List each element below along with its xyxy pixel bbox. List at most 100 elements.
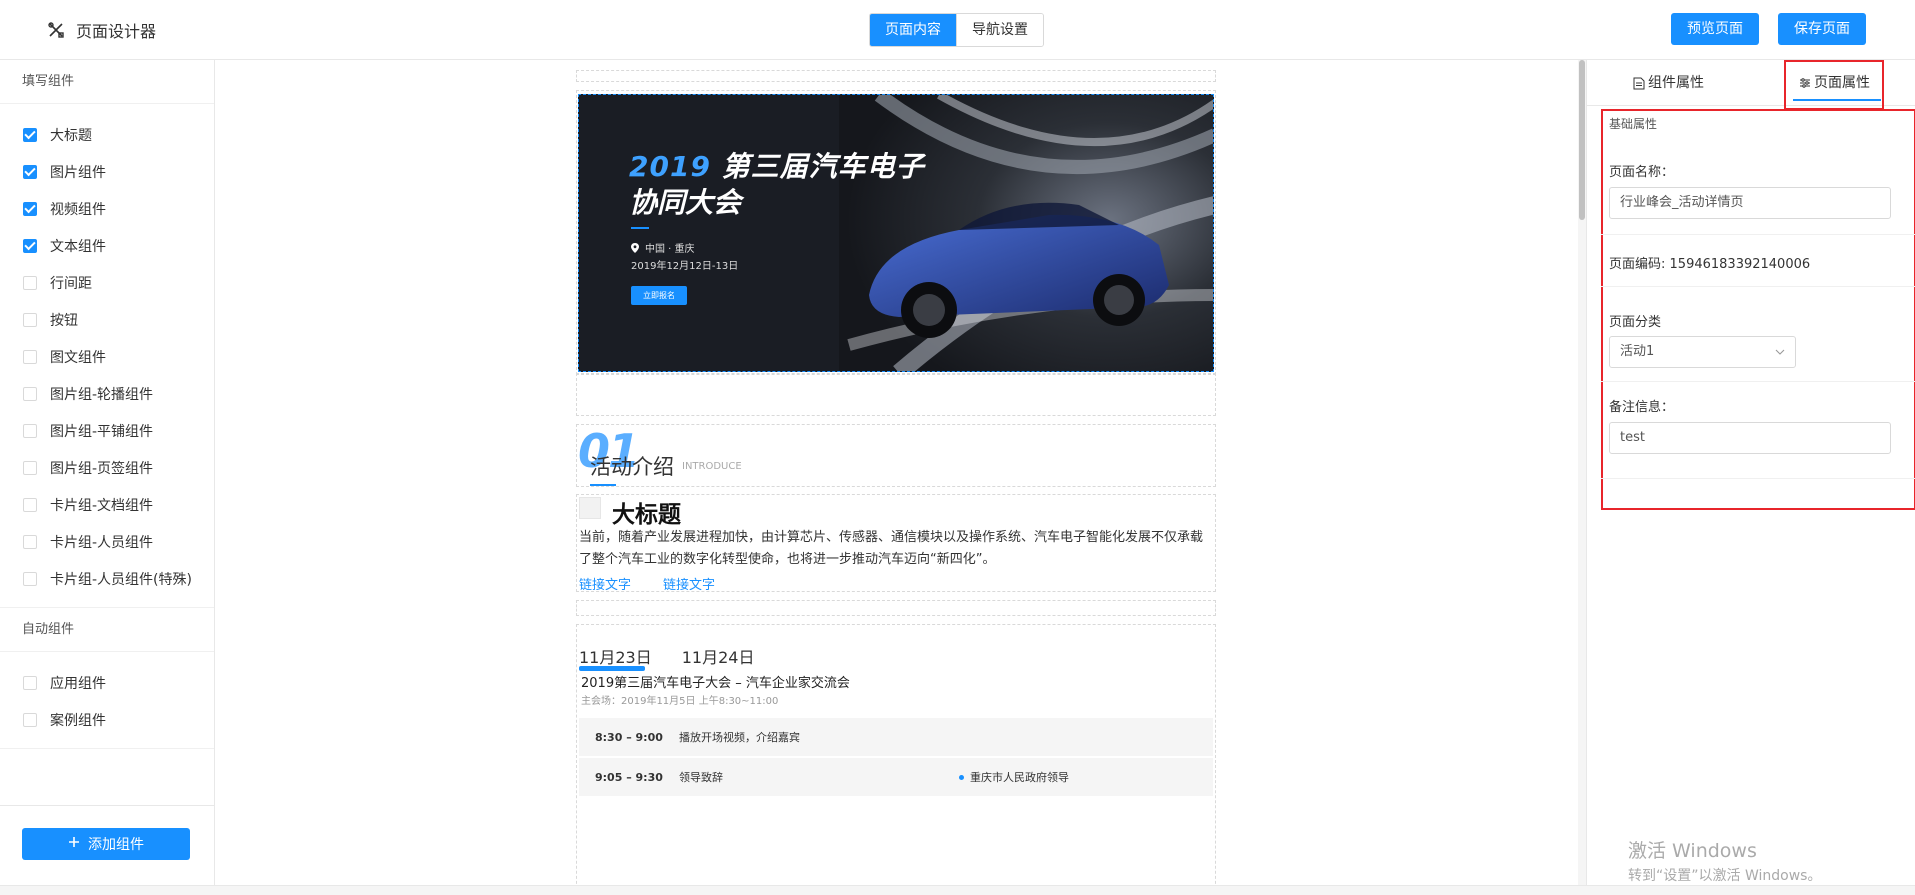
component-label: 图片组件	[50, 164, 106, 181]
checkbox[interactable]	[23, 164, 37, 179]
agenda-tab-day1[interactable]: 11月23日	[579, 644, 652, 668]
app-logo: 页面设计器	[46, 18, 156, 42]
auto-component-list: 应用组件 案例组件	[0, 652, 214, 749]
category-label: 页面分类	[1609, 315, 1662, 330]
big-title-heading: 大标题	[612, 502, 681, 528]
checkbox[interactable]	[23, 201, 37, 216]
bullet-dot	[959, 774, 964, 780]
component-label: 卡片组-文档组件	[50, 497, 154, 514]
category-select[interactable]: 活动1	[1609, 336, 1796, 368]
remark-label: 备注信息：	[1609, 400, 1675, 415]
fill-item[interactable]: 图片组-轮播组件	[0, 375, 214, 412]
section-subtitle: INTRODUCE	[682, 461, 742, 472]
link-row: 链接文字 链接文字	[579, 574, 715, 593]
windows-activation-watermark: 激活 Windows 转到“设置”以激活 Windows。	[1628, 840, 1822, 884]
add-component-button[interactable]: 添加组件	[22, 828, 190, 860]
section-title-text: 活动介绍	[590, 455, 674, 479]
register-button[interactable]: 立即报名	[631, 286, 687, 305]
component-label: 案例组件	[50, 712, 106, 729]
page-name-label: 页面名称：	[1609, 165, 1675, 180]
fill-item[interactable]: 图文组件	[0, 338, 214, 375]
tab-component-properties[interactable]: 组件属性	[1633, 60, 1704, 106]
fill-item[interactable]: 卡片组-人员组件(特殊)	[0, 560, 214, 597]
agenda-tab-day2[interactable]: 11月24日	[682, 644, 755, 668]
preview-button[interactable]: 预览页面	[1671, 13, 1759, 45]
big-title-block: 大标题 当前，随着产业发展进程加快，由计算芯片、传感器、通信模块以及操作系统、汽…	[576, 494, 1216, 612]
banner-title-line2: 协同大会	[629, 186, 742, 219]
checkbox[interactable]	[23, 534, 37, 549]
component-label: 文本组件	[50, 238, 106, 255]
save-button[interactable]: 保存页面	[1778, 13, 1866, 45]
checkbox[interactable]	[23, 571, 37, 586]
agenda-row: 9:05 – 9:30 领导致辞 重庆市人民政府领导	[579, 758, 1213, 796]
component-label: 按钮	[50, 312, 78, 329]
checkbox[interactable]	[23, 386, 37, 401]
checkbox[interactable]	[23, 497, 37, 512]
agenda-title: 2019第三届汽车电子大会 – 汽车企业家交流会	[581, 676, 850, 691]
checkbox[interactable]	[23, 675, 37, 690]
checkbox[interactable]	[23, 460, 37, 475]
fill-item[interactable]: 卡片组-人员组件	[0, 523, 214, 560]
checkbox[interactable]	[23, 312, 37, 327]
group-title-fill: 填写组件	[0, 60, 214, 104]
checkbox[interactable]	[23, 712, 37, 727]
divider	[1601, 478, 1915, 479]
fill-item[interactable]: 行间距	[0, 264, 214, 301]
bottom-scrollbar[interactable]	[0, 885, 1915, 895]
big-title-paragraph: 当前，随着产业发展进程加快，由计算芯片、传感器、通信模块以及操作系统、汽车电子智…	[579, 530, 1204, 567]
auto-item[interactable]: 案例组件	[0, 701, 214, 738]
link-1[interactable]: 链接文字	[579, 574, 631, 593]
fill-item[interactable]: 文本组件	[0, 227, 214, 264]
agenda-subtitle: 主会场：2019年11月5日 上午8:30~11:00	[581, 696, 779, 707]
spacer-block[interactable]	[576, 373, 1216, 416]
auto-item[interactable]: 应用组件	[0, 664, 214, 701]
agenda-desc: 领导致辞	[679, 771, 723, 784]
component-label: 图片组-平铺组件	[50, 423, 154, 440]
fill-item[interactable]: 图片组-平铺组件	[0, 412, 214, 449]
fill-item[interactable]: 大标题	[0, 116, 214, 153]
fill-item[interactable]: 卡片组-文档组件	[0, 486, 214, 523]
checkbox[interactable]	[23, 238, 37, 253]
basic-properties-title: 基础属性	[1609, 117, 1658, 131]
banner-accent-line	[631, 227, 649, 229]
component-label: 大标题	[50, 127, 92, 144]
checkbox[interactable]	[23, 275, 37, 290]
fill-item[interactable]: 视频组件	[0, 190, 214, 227]
image-placeholder	[579, 497, 601, 519]
app-title: 页面设计器	[76, 22, 157, 41]
chevron-down-icon	[1775, 349, 1785, 355]
scrollbar-thumb[interactable]	[1579, 60, 1585, 220]
spacer-block-2[interactable]	[576, 600, 1216, 616]
fill-item[interactable]: 图片组件	[0, 153, 214, 190]
design-canvas: 2019 第三届汽车电子 协同大会 中国 · 重庆 2019年12月12日-13…	[216, 60, 1578, 895]
top-header: 页面设计器 页面内容 导航设置 预览页面 保存页面	[0, 0, 1915, 60]
banner-image[interactable]: 2019 第三届汽车电子 协同大会 中国 · 重庆 2019年12月12日-13…	[578, 94, 1214, 372]
agenda-row: 8:30 – 9:00 播放开场视频，介绍嘉宾	[579, 718, 1213, 756]
link-2[interactable]: 链接文字	[663, 574, 715, 593]
canvas-scrollbar[interactable]	[1578, 60, 1586, 895]
component-label: 应用组件	[50, 675, 106, 692]
fill-item[interactable]: 按钮	[0, 301, 214, 338]
document-icon	[1633, 77, 1645, 89]
agenda-time: 9:05 – 9:30	[595, 770, 663, 784]
tab-page-content[interactable]: 页面内容	[870, 14, 956, 46]
agenda-time: 8:30 – 9:00	[595, 730, 663, 744]
component-label: 卡片组-人员组件(特殊)	[50, 571, 192, 588]
checkbox[interactable]	[23, 423, 37, 438]
checkbox[interactable]	[23, 349, 37, 364]
agenda-speaker: 重庆市人民政府领导	[959, 769, 1069, 785]
divider	[1601, 234, 1915, 235]
tab-nav-settings[interactable]: 导航设置	[956, 14, 1043, 46]
banner-date: 2019年12月12日-13日	[631, 261, 739, 272]
section-title: 01 活动介绍 INTRODUCE	[576, 424, 1216, 502]
divider	[1601, 381, 1915, 382]
plus-icon	[68, 836, 80, 852]
component-label: 图文组件	[50, 349, 106, 366]
page-name-input[interactable]: 行业峰会_活动详情页	[1609, 187, 1891, 219]
fill-item[interactable]: 图片组-页签组件	[0, 449, 214, 486]
remark-input[interactable]: test	[1609, 422, 1891, 454]
mode-switch: 页面内容 导航设置	[869, 13, 1044, 47]
checkbox[interactable]	[23, 127, 37, 142]
component-label: 卡片组-人员组件	[50, 534, 154, 551]
placeholder-block[interactable]	[576, 70, 1216, 82]
